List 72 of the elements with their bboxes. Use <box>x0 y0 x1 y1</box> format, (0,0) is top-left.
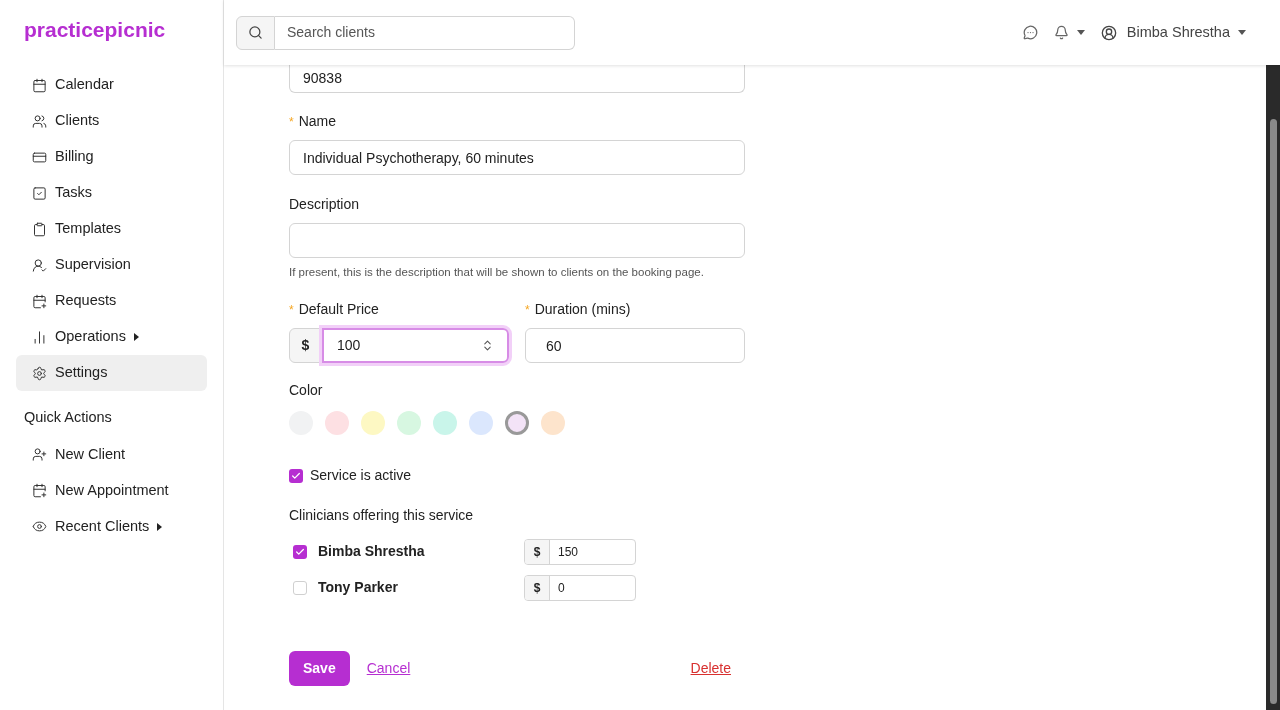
user-menu[interactable]: Bimba Shrestha <box>1100 21 1246 44</box>
delete-link[interactable]: Delete <box>690 658 731 679</box>
field-label: * Duration (mins) <box>525 299 632 320</box>
calendar-icon <box>32 77 47 93</box>
color-swatch[interactable] <box>433 411 457 435</box>
brand-logo[interactable]: practicepicnic <box>24 14 166 44</box>
user-check-icon <box>32 257 47 273</box>
clinician-price-field[interactable]: $ 150 <box>524 538 636 565</box>
sidebar-item[interactable]: Operations <box>16 319 207 355</box>
calendar-plus-icon <box>32 483 47 499</box>
field-label: Description <box>289 195 361 214</box>
field-label: * Default Price <box>289 299 380 320</box>
cancel-link[interactable]: Cancel <box>366 658 411 679</box>
check-icon <box>295 546 305 557</box>
sidebar-item[interactable]: Requests <box>16 283 207 319</box>
section-title: Clinicians offering this service <box>289 506 475 525</box>
notifications-button[interactable] <box>1053 25 1085 40</box>
color-swatch[interactable] <box>361 411 385 435</box>
checkbox[interactable] <box>293 544 307 559</box>
color-swatch[interactable] <box>505 411 529 435</box>
sidebar-item[interactable]: Templates <box>16 211 207 247</box>
check-icon <box>291 470 301 481</box>
credit-card-icon <box>32 149 47 165</box>
help-text: If present, this is the description that will be shown to clients on the booking page. <box>289 265 705 280</box>
color-swatch[interactable] <box>541 411 565 435</box>
sidebar-item[interactable]: Recent Clients <box>16 508 207 545</box>
required-marker: * <box>289 113 294 131</box>
required-marker: * <box>289 301 294 319</box>
color-swatch[interactable] <box>325 411 349 435</box>
bell-icon <box>1053 25 1069 40</box>
user-plus-icon <box>32 447 47 463</box>
field-label: Color <box>289 381 324 400</box>
clinician-name: Tony Parker <box>318 578 399 597</box>
bar-chart-icon <box>32 329 47 345</box>
required-marker: * <box>525 301 530 319</box>
section-title: Quick Actions <box>24 408 112 427</box>
color-swatch[interactable] <box>469 411 493 435</box>
checkbox[interactable] <box>289 468 303 483</box>
sidebar-item[interactable]: Calendar <box>16 67 207 103</box>
color-swatch[interactable] <box>397 411 421 435</box>
chat-icon[interactable] <box>1022 25 1038 40</box>
sidebar-item[interactable]: Billing <box>16 139 207 175</box>
sidebar-item[interactable]: Supervision <box>16 247 207 283</box>
checkbox-label: Service is active <box>310 466 412 485</box>
save-button[interactable]: Save <box>289 651 350 686</box>
sidebar-item[interactable]: Tasks <box>16 175 207 211</box>
code-field[interactable]: 90838 <box>289 65 745 93</box>
sidebar-item[interactable]: Clients <box>16 103 207 139</box>
clinician-name: Bimba Shrestha <box>318 542 426 561</box>
sidebar-item[interactable]: Settings <box>16 355 207 391</box>
search-icon <box>248 25 263 40</box>
checkbox[interactable] <box>293 580 307 595</box>
settings-icon <box>32 365 47 381</box>
sidebar-item[interactable]: New Client <box>16 436 207 473</box>
duration-field[interactable]: 60 <box>525 328 745 363</box>
clinician-price-field[interactable]: $ 0 <box>524 574 636 601</box>
caret-icon <box>1238 30 1246 35</box>
search-button[interactable] <box>236 15 275 50</box>
calendar-plus-icon <box>32 293 47 309</box>
description-field[interactable] <box>289 223 745 258</box>
caret-icon <box>1076 30 1085 35</box>
checkbox-icon <box>32 185 47 201</box>
users-icon <box>32 113 47 129</box>
sidebar-item[interactable]: New Appointment <box>16 472 207 509</box>
eye-icon <box>32 519 47 535</box>
field-label: * Name <box>289 111 338 132</box>
search-field[interactable]: Search clients <box>275 15 575 50</box>
clipboard-icon <box>32 221 47 237</box>
scrollbar[interactable] <box>1266 65 1280 710</box>
spinner-icon[interactable] <box>481 339 494 352</box>
name-field[interactable]: Individual Psychotherapy, 60 minutes <box>289 140 745 175</box>
user-avatar-icon <box>1100 24 1117 41</box>
